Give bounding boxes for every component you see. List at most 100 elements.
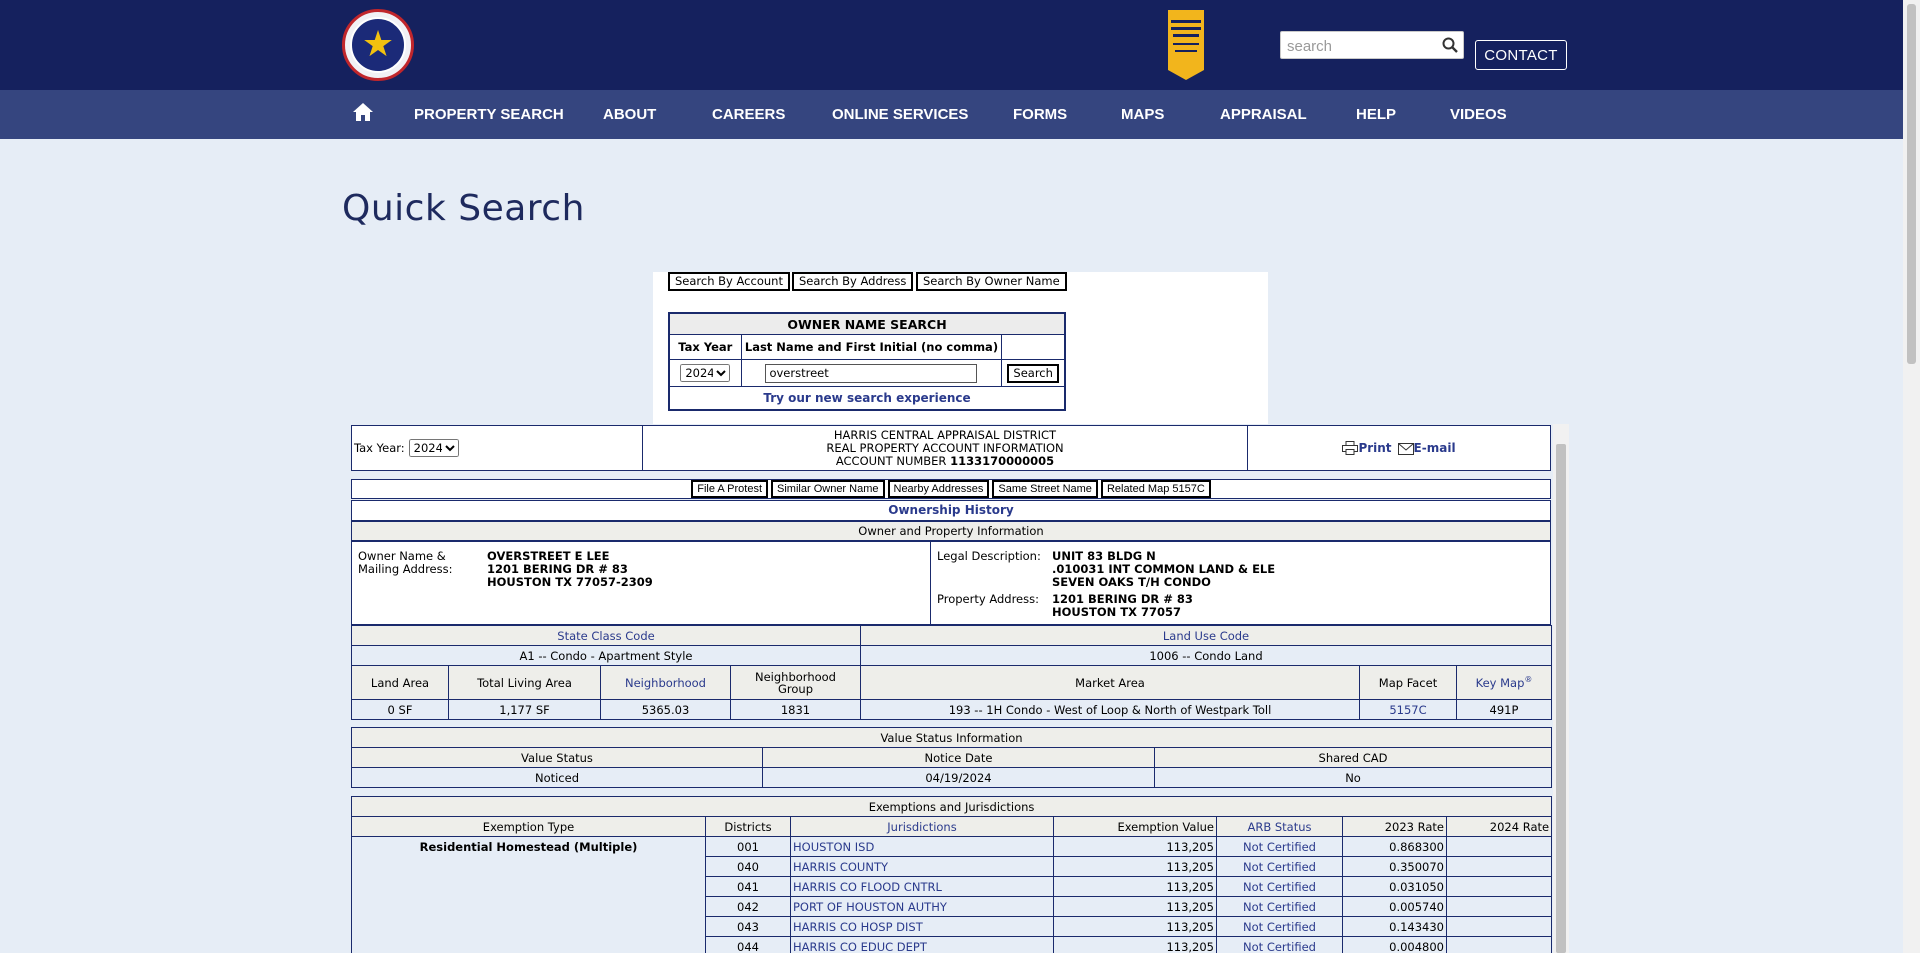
arb-status-link[interactable]: Not Certified — [1216, 916, 1343, 937]
search-by-address-button[interactable]: Search By Address — [792, 272, 914, 291]
nbhd-group-header-2: Group — [777, 681, 813, 696]
nav-maps[interactable]: MAPS — [1121, 106, 1164, 123]
arb-status-header[interactable]: ARB Status — [1216, 816, 1343, 837]
state-class-header[interactable]: State Class Code — [351, 625, 861, 646]
name-header: Last Name and First Initial (no comma) — [742, 335, 1003, 359]
exemption-value: 113,205 — [1053, 876, 1217, 897]
exemption-value: 113,205 — [1053, 856, 1217, 877]
similar-owner-button[interactable]: Similar Owner Name — [771, 480, 885, 498]
print-link[interactable]: Print — [1342, 441, 1392, 456]
nearby-addresses-button[interactable]: Nearby Addresses — [887, 480, 990, 498]
rate-2024 — [1445, 876, 1553, 897]
nav-appraisal[interactable]: APPRAISAL — [1220, 106, 1307, 123]
new-search-link[interactable]: Try our new search experience — [670, 387, 1064, 409]
jurisdiction-link[interactable]: PORT OF HOUSTON AUTHY — [790, 896, 1054, 917]
rate-2023: 0.143430 — [1342, 916, 1447, 937]
search-icon[interactable] — [1441, 36, 1459, 54]
owner-search-button[interactable]: Search — [1007, 363, 1059, 383]
tax-year-header: Tax Year — [670, 335, 742, 359]
tax-year-label: Tax Year: — [354, 441, 405, 455]
district-code: 043 — [705, 916, 791, 937]
page-scrollbar-thumb[interactable] — [1907, 4, 1916, 364]
frame-scrollbar[interactable] — [1553, 424, 1569, 953]
exemptions-section-header: Exemptions and Jurisdictions — [350, 796, 1553, 817]
district-code: 040 — [705, 856, 791, 877]
land-use-value: 1006 -- Condo Land — [860, 645, 1552, 666]
account-number-label: ACCOUNT NUMBER — [835, 454, 947, 468]
owner-section-header: Owner and Property Information — [351, 521, 1551, 541]
jurisdictions-header[interactable]: Jurisdictions — [790, 816, 1054, 837]
district-code: 001 — [705, 836, 791, 857]
jurisdiction-link[interactable]: HOUSTON ISD — [790, 836, 1054, 857]
nav-about[interactable]: ABOUT — [603, 106, 656, 123]
owner-city-line: HOUSTON TX 77057-2309 — [487, 575, 653, 589]
value-status-section-header: Value Status Information — [350, 727, 1553, 748]
district-code: 044 — [705, 936, 791, 953]
nbhd-group-value: 1831 — [730, 699, 861, 720]
site-search-input[interactable] — [1287, 36, 1435, 56]
site-header: ★ CONTACT — [0, 0, 1920, 90]
rate-2023: 0.868300 — [1342, 836, 1447, 857]
nav-help[interactable]: HELP — [1356, 106, 1396, 123]
frame-scrollbar-thumb[interactable] — [1556, 444, 1566, 953]
key-map-value: 491P — [1456, 699, 1552, 720]
arb-status-link[interactable]: Not Certified — [1216, 856, 1343, 877]
contact-button[interactable]: CONTACT — [1475, 40, 1567, 70]
arb-status-link[interactable]: Not Certified — [1216, 896, 1343, 917]
value-status-table: Value Status Information Value Status No… — [350, 727, 1553, 788]
nav-forms[interactable]: FORMS — [1013, 106, 1067, 123]
owner-search-title: OWNER NAME SEARCH — [670, 314, 1064, 335]
nav-videos[interactable]: VIDEOS — [1450, 106, 1507, 123]
market-area-value: 193 -- 1H Condo - West of Loop & North o… — [860, 699, 1360, 720]
jurisdiction-link[interactable]: HARRIS CO EDUC DEPT — [790, 936, 1054, 953]
arb-status-link[interactable]: Not Certified — [1216, 936, 1343, 953]
living-area-value: 1,177 SF — [448, 699, 601, 720]
hcad-seal-logo[interactable]: ★ — [342, 9, 414, 81]
map-facet-link[interactable]: 5157C — [1359, 699, 1457, 720]
table-row: Residential Homestead (Multiple) 001 HOU… — [351, 836, 1553, 953]
owner-name-search-box: OWNER NAME SEARCH Tax Year Last Name and… — [668, 312, 1066, 411]
area-table: Land Area Total Living Area Neighborhood… — [351, 665, 1552, 720]
exemption-value: 113,205 — [1053, 896, 1217, 917]
printer-icon — [1342, 441, 1359, 456]
state-class-value: A1 -- Condo - Apartment Style — [351, 645, 861, 666]
tax-year-select[interactable]: 2024 — [680, 364, 731, 382]
land-area-header: Land Area — [351, 665, 449, 700]
result-tax-year-select[interactable]: 2024 — [408, 439, 459, 457]
nav-online-services[interactable]: ONLINE SERVICES — [832, 106, 968, 123]
related-map-button[interactable]: Related Map 5157C — [1100, 480, 1211, 498]
legal-line-3: SEVEN OAKS T/H CONDO — [1052, 575, 1211, 589]
arb-status-link[interactable]: Not Certified — [1216, 876, 1343, 897]
nav-property-search[interactable]: PROPERTY SEARCH — [414, 106, 564, 123]
file-protest-button[interactable]: File A Protest — [691, 480, 769, 498]
market-area-header: Market Area — [860, 665, 1360, 700]
exemption-type-header: Exemption Type — [351, 816, 706, 837]
home-icon[interactable] — [352, 101, 374, 123]
email-link[interactable]: E-mail — [1397, 441, 1456, 455]
notice-date-value: 04/19/2024 — [762, 767, 1155, 788]
page-scrollbar[interactable] — [1903, 0, 1920, 953]
nav-careers[interactable]: CAREERS — [712, 106, 785, 123]
search-by-owner-button[interactable]: Search By Owner Name — [916, 272, 1067, 291]
key-map-header[interactable]: Key Map® — [1456, 665, 1552, 700]
search-by-account-button[interactable]: Search By Account — [668, 272, 790, 291]
same-street-button[interactable]: Same Street Name — [992, 480, 1098, 498]
jurisdiction-link[interactable]: HARRIS CO FLOOD CNTRL — [790, 876, 1054, 897]
exemption-value: 113,205 — [1053, 916, 1217, 937]
rate-2024-header: 2024 Rate — [1445, 816, 1553, 837]
page-title: Quick Search — [342, 188, 585, 229]
owner-name-input[interactable] — [765, 363, 978, 383]
map-facet-header: Map Facet — [1359, 665, 1457, 700]
rate-2024 — [1445, 916, 1553, 937]
ownership-history-link[interactable]: Ownership History — [351, 500, 1551, 521]
quick-search-panel: Search By Account Search By Address Sear… — [653, 272, 1268, 424]
value-status-value: Noticed — [351, 767, 763, 788]
land-use-header[interactable]: Land Use Code — [860, 625, 1552, 646]
exemption-value-header: Exemption Value — [1053, 816, 1217, 837]
arb-status-link[interactable]: Not Certified — [1216, 836, 1343, 857]
exemptions-table: Exemptions and Jurisdictions Exemption T… — [350, 796, 1553, 953]
jurisdiction-link[interactable]: HARRIS COUNTY — [790, 856, 1054, 877]
jurisdiction-link[interactable]: HARRIS CO HOSP DIST — [790, 916, 1054, 937]
neighborhood-header[interactable]: Neighborhood — [600, 665, 731, 700]
account-number: 1133170000005 — [950, 454, 1055, 468]
